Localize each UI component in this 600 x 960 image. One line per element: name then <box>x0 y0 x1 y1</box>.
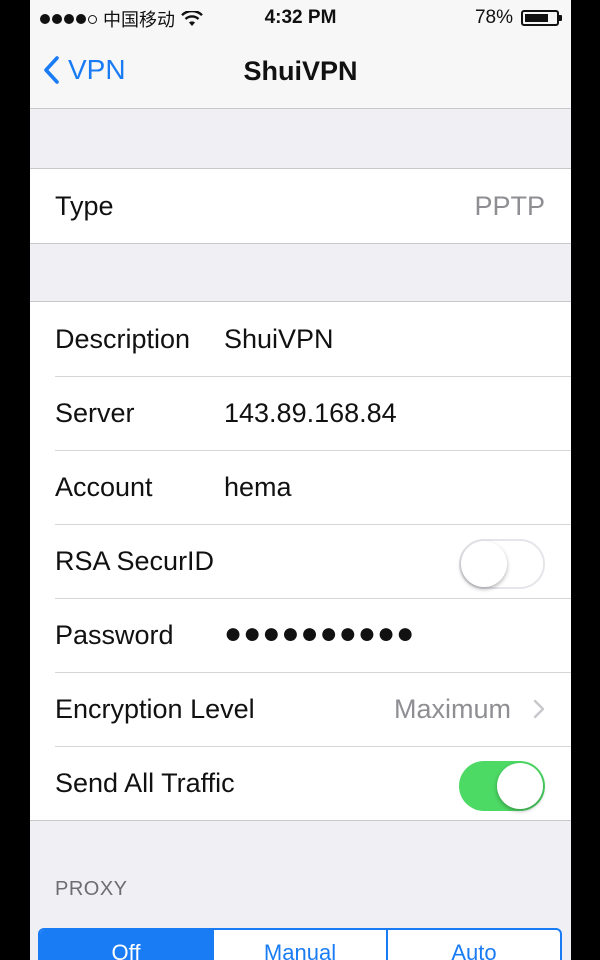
type-label: Type <box>55 191 114 221</box>
navigation-bar: VPN ShuiVPN <box>30 36 571 109</box>
rsa-securid-toggle[interactable] <box>459 539 545 589</box>
type-value: PPTP <box>474 191 545 221</box>
toggle-knob <box>461 541 507 587</box>
status-right: 78% <box>474 7 562 29</box>
type-group: Type PPTP <box>30 168 571 244</box>
proxy-manual-segment[interactable]: Manual <box>212 930 386 960</box>
battery-icon <box>521 10 562 26</box>
encryption-level-row[interactable]: Encryption Level Maximum <box>30 672 571 746</box>
encryption-level-value: Maximum <box>393 694 511 724</box>
proxy-section-header: PROXY <box>55 878 128 900</box>
rsa-securid-row: RSA SecurID <box>30 524 571 598</box>
description-field[interactable]: ShuiVPN <box>224 324 334 355</box>
password-row[interactable]: Password ●●●●●●●●●● <box>30 598 571 672</box>
vpn-config-group: Description ShuiVPN Server 143.89.168.84… <box>30 301 571 821</box>
description-row[interactable]: Description ShuiVPN <box>30 302 571 376</box>
toggle-knob <box>497 763 543 809</box>
type-row[interactable]: Type PPTP <box>30 169 571 243</box>
send-all-traffic-row: Send All Traffic <box>30 746 571 820</box>
server-row[interactable]: Server 143.89.168.84 <box>30 376 571 450</box>
server-field[interactable]: 143.89.168.84 <box>224 398 397 429</box>
password-field[interactable]: ●●●●●●●●●● <box>224 617 415 651</box>
status-bar: 中国移动 4:32 PM 78% <box>30 0 571 36</box>
server-label: Server <box>55 398 135 428</box>
phone-screen: 中国移动 4:32 PM 78% VPN ShuiVPN Type PPTP D… <box>30 0 571 960</box>
page-title: ShuiVPN <box>243 56 358 86</box>
rsa-securid-label: RSA SecurID <box>55 546 215 576</box>
description-label: Description <box>55 324 191 354</box>
chevron-right-icon <box>533 699 545 719</box>
account-field[interactable]: hema <box>224 472 292 503</box>
password-label: Password <box>55 620 174 650</box>
battery-level <box>525 14 548 22</box>
send-all-traffic-toggle[interactable] <box>459 761 545 811</box>
send-all-traffic-label: Send All Traffic <box>55 768 235 798</box>
account-label: Account <box>55 472 153 502</box>
account-row[interactable]: Account hema <box>30 450 571 524</box>
proxy-segmented-control: Off Manual Auto <box>38 928 562 960</box>
proxy-off-segment[interactable]: Off <box>40 930 212 960</box>
proxy-auto-segment[interactable]: Auto <box>386 930 560 960</box>
encryption-level-label: Encryption Level <box>55 694 255 724</box>
battery-percent: 78% <box>474 7 513 28</box>
